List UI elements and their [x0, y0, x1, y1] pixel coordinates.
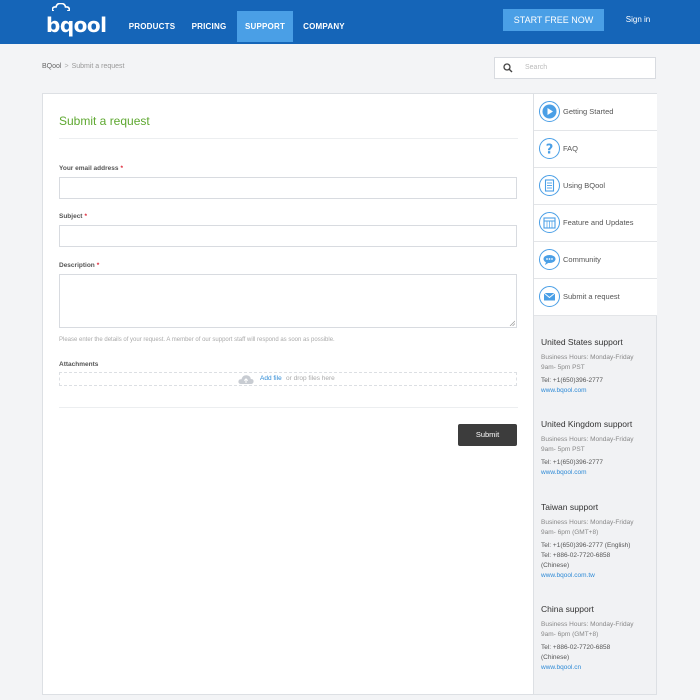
description-label-text: Description — [59, 262, 95, 269]
play-icon — [539, 101, 560, 122]
sidebar-item-community[interactable]: Community — [534, 242, 657, 279]
email-label: Your email address * — [59, 165, 123, 172]
resize-handle-icon[interactable] — [509, 320, 515, 326]
description-textarea[interactable] — [59, 274, 517, 328]
support-block-taiwan: Taiwan support Business Hours: Monday-Fr… — [541, 502, 653, 581]
question-icon: ? — [539, 138, 560, 159]
description-label: Description * — [59, 262, 99, 269]
cloud-logo-icon — [52, 3, 70, 11]
sidebar-item-submit-request[interactable]: Submit a request — [534, 279, 657, 316]
support-title: United States support — [541, 337, 623, 347]
nav-support[interactable]: SUPPORT — [237, 11, 293, 42]
support-title: United Kingdom support — [541, 419, 633, 429]
nav-products[interactable]: PRODUCTS — [124, 11, 180, 42]
breadcrumb: BQool > Submit a request — [42, 63, 124, 70]
business-hours-time: 9am- 6pm (GMT+8) — [541, 529, 599, 536]
start-free-now-button[interactable]: START FREE NOW — [503, 9, 604, 31]
business-hours: Business Hours: Monday-Friday — [541, 354, 634, 361]
sidebar-item-label: Submit a request — [563, 292, 620, 301]
page-title: Submit a request — [59, 114, 150, 128]
calendar-icon — [539, 212, 560, 233]
sidebar-item-getting-started[interactable]: Getting Started — [534, 94, 657, 131]
required-mark: * — [120, 165, 124, 172]
breadcrumb-separator: > — [64, 63, 69, 70]
support-title: China support — [541, 604, 594, 614]
support-website-link[interactable]: www.bqool.com — [541, 386, 653, 396]
support-website-link[interactable]: www.bqool.com.tw — [541, 571, 653, 581]
business-hours: Business Hours: Monday-Friday — [541, 436, 634, 443]
support-phone: Tel: +886-02-7720-6858 — [541, 552, 611, 559]
divider — [59, 138, 518, 139]
submit-button[interactable]: Submit — [458, 424, 517, 446]
drop-files-text: or drop files here — [286, 375, 335, 382]
breadcrumb-home[interactable]: BQool — [42, 63, 61, 70]
svg-text:?: ? — [546, 143, 554, 157]
support-phone: Tel: +1(650)396-2777 — [541, 459, 603, 466]
search-placeholder: Search — [525, 64, 548, 71]
bqool-logo[interactable]: bqool — [46, 3, 107, 37]
required-mark: * — [84, 213, 88, 220]
add-file-link[interactable]: Add file — [260, 375, 282, 382]
chat-bubble-icon — [539, 249, 560, 270]
sign-in-link[interactable]: Sign in — [618, 9, 658, 31]
nav-company[interactable]: COMPANY — [298, 11, 350, 42]
sidebar-item-label: Getting Started — [563, 107, 614, 116]
support-block-uk: United Kingdom support Business Hours: M… — [541, 419, 653, 478]
support-phone-note: (Chinese) — [541, 562, 570, 569]
required-mark: * — [96, 262, 100, 269]
sidebar-item-faq[interactable]: ? FAQ — [534, 131, 657, 168]
attachment-dropzone[interactable]: Add file or drop files here — [59, 372, 517, 386]
logo-text: bqool — [46, 13, 107, 37]
business-hours-time: 9am- 6pm (GMT+8) — [541, 631, 599, 638]
attachments-label: Attachments — [59, 361, 99, 368]
top-navigation-bar: bqool PRODUCTS PRICING SUPPORT COMPANY S… — [0, 0, 700, 44]
subject-field[interactable] — [59, 225, 517, 247]
support-title: Taiwan support — [541, 502, 599, 512]
nav-pricing[interactable]: PRICING — [188, 11, 230, 42]
support-block-us: United States support Business Hours: Mo… — [541, 337, 653, 396]
document-icon — [539, 175, 560, 196]
breadcrumb-current: Submit a request — [71, 63, 125, 70]
business-hours: Business Hours: Monday-Friday — [541, 519, 634, 526]
subject-label: Subject * — [59, 213, 87, 220]
support-phone-note: (Chinese) — [541, 654, 570, 661]
support-phone: Tel: +1(650)396-2777 — [541, 377, 603, 384]
mail-icon — [539, 286, 560, 307]
sidebar-item-label: FAQ — [563, 144, 579, 153]
business-hours-time: 9am- 5pm PST — [541, 364, 585, 371]
sidebar-item-using-bqool[interactable]: Using BQool — [534, 168, 657, 205]
support-website-link[interactable]: www.bqool.com — [541, 468, 653, 478]
email-field[interactable] — [59, 177, 517, 199]
sidebar-item-label: Feature and Updates — [563, 218, 634, 227]
email-label-text: Your email address — [59, 165, 119, 172]
search-input[interactable]: Search — [494, 57, 656, 79]
subject-label-text: Subject — [59, 213, 83, 220]
sidebar-item-label: Community — [563, 255, 601, 264]
sidebar-item-label: Using BQool — [563, 181, 606, 190]
support-phone: Tel: +886-02-7720-6858 — [541, 644, 611, 651]
support-sidebar: Getting Started ? FAQ Using BQool Featur… — [534, 93, 657, 695]
business-hours: Business Hours: Monday-Friday — [541, 621, 634, 628]
cloud-upload-icon — [238, 375, 254, 384]
support-block-china: China support Business Hours: Monday-Fri… — [541, 604, 653, 673]
description-hint: Please enter the details of your request… — [59, 337, 335, 343]
support-website-link[interactable]: www.bqool.cn — [541, 663, 653, 673]
search-icon — [503, 63, 513, 73]
request-form-panel: Submit a request Your email address * Sub… — [42, 93, 534, 695]
support-phone: Tel: +1(650)396-2777 (English) — [541, 542, 631, 549]
divider — [59, 407, 518, 408]
sidebar-item-feature-updates[interactable]: Feature and Updates — [534, 205, 657, 242]
business-hours-time: 9am- 5pm PST — [541, 446, 585, 453]
